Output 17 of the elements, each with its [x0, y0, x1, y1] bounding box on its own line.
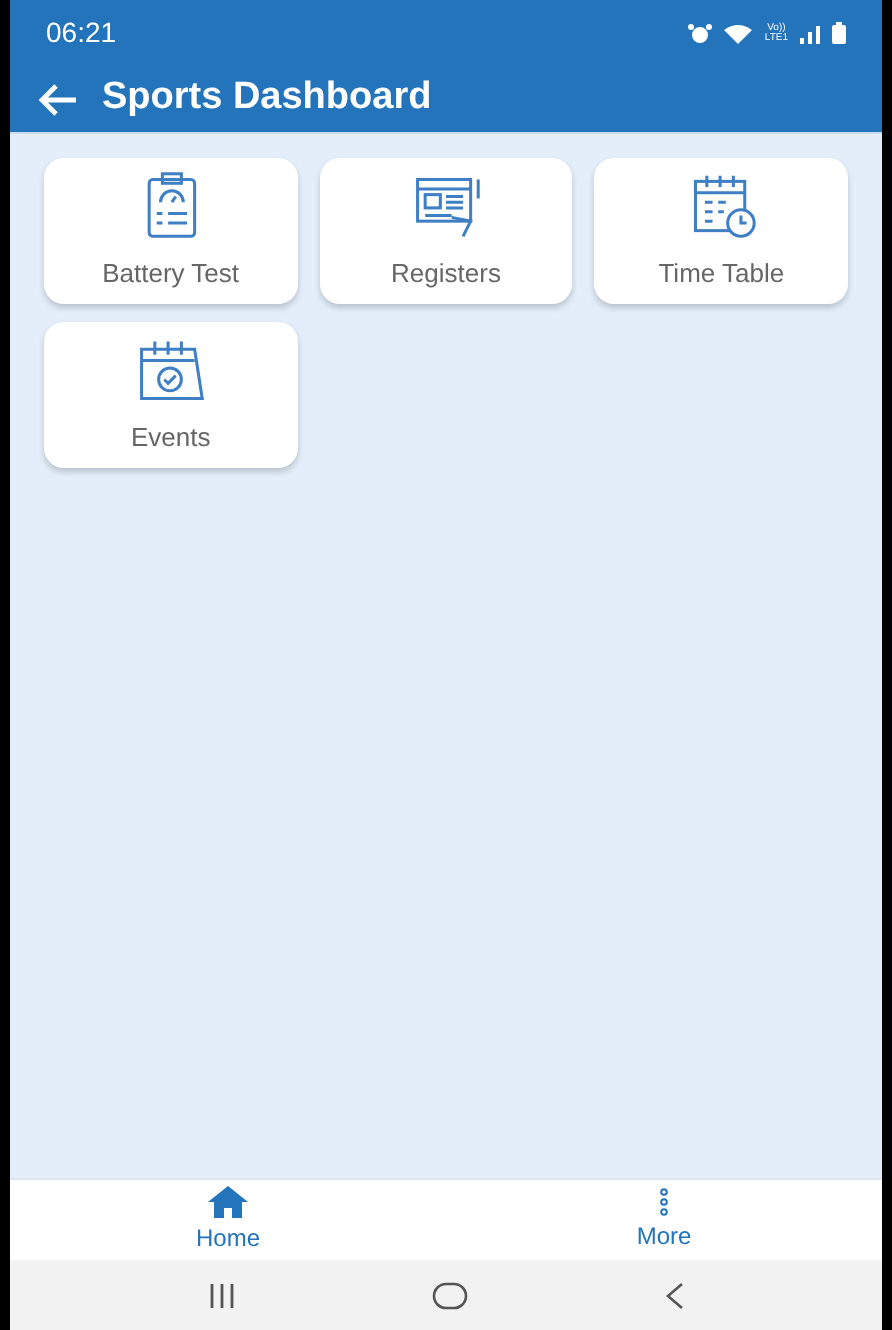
dashboard-tile[interactable]: Events	[44, 322, 298, 468]
back-chevron-icon[interactable]	[664, 1281, 684, 1309]
nav-item[interactable]: Home	[10, 1180, 446, 1260]
recent-apps-icon[interactable]	[208, 1283, 236, 1307]
back-button[interactable]	[38, 83, 78, 115]
battery-icon	[832, 22, 846, 44]
signal-icon	[800, 23, 820, 43]
dashboard-tile[interactable]: Time Table	[594, 158, 848, 304]
dashboard-tile[interactable]: Battery Test	[44, 158, 298, 304]
home-icon	[208, 1185, 248, 1217]
wifi-icon	[724, 23, 753, 43]
back-arrow-icon	[38, 83, 78, 115]
app-bar-title: Sports Dashboard	[102, 74, 432, 123]
status-time: 06:21	[46, 14, 117, 52]
nav-item[interactable]: More	[446, 1180, 882, 1260]
more-icon	[660, 1187, 668, 1215]
dashboard-tile[interactable]: Registers	[319, 158, 573, 304]
